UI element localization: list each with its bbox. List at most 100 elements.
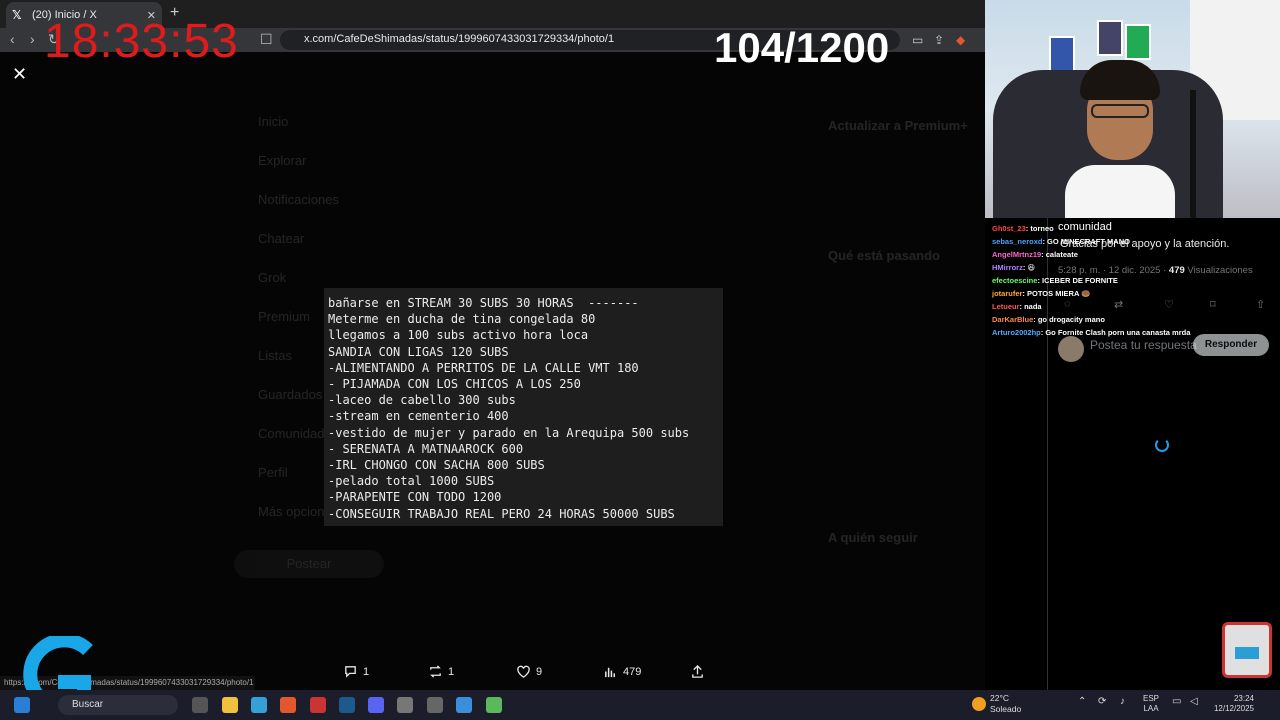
microphone-icon[interactable]: ♪ xyxy=(1120,696,1125,707)
reply-action[interactable]: 1 xyxy=(343,664,369,679)
note-line: -IRL CHONGO CON SACHA 800 SUBS xyxy=(328,458,545,473)
nav-item-premium: Premium xyxy=(258,309,311,324)
repost-action[interactable]: 1 xyxy=(428,664,454,679)
chat-message: Arturo2002hp: Go Fornite Clash porn una … xyxy=(992,326,1190,339)
sun-icon xyxy=(972,697,986,711)
sync-icon[interactable]: ⟳ xyxy=(1098,696,1106,707)
poster xyxy=(1097,20,1123,56)
chat-username: DarKarBlue xyxy=(992,315,1034,324)
forward-icon[interactable]: › xyxy=(30,31,35,47)
windows-start-icon[interactable] xyxy=(14,697,30,713)
nav-item-chat: Chatear xyxy=(258,231,305,246)
cast-icon[interactable]: ▭ xyxy=(912,33,926,47)
note-line: -pelado total 1000 SUBS xyxy=(328,474,495,489)
chat-text: : GO MINECRAFT MANO xyxy=(1042,237,1130,246)
loading-spinner-icon xyxy=(1155,438,1169,452)
minecraft-icon[interactable] xyxy=(486,697,502,713)
steam-icon[interactable] xyxy=(339,697,355,713)
note-line: -CONSEGUIR TRABAJO REAL PERO 24 HORAS 50… xyxy=(328,506,675,521)
chat-message: Gh0st_23: torneo xyxy=(992,222,1190,235)
share-icon xyxy=(692,664,703,678)
like-count: 9 xyxy=(536,665,543,678)
share-action[interactable] xyxy=(690,664,705,679)
note-line: Meterme en ducha de tina congelada 80 xyxy=(328,312,596,327)
chat-username: jotarufer xyxy=(992,289,1023,298)
brave-browser-icon[interactable] xyxy=(280,697,296,713)
avatar xyxy=(1058,336,1084,362)
close-icon[interactable]: ✕ xyxy=(12,64,27,85)
chat-username: Arturo2002hp xyxy=(992,328,1041,337)
chat-text: : nada xyxy=(1019,302,1042,311)
chat-text: : ICEBER DE FORNITE xyxy=(1037,276,1118,285)
note-line: -laceo de cabello 300 subs xyxy=(328,393,516,408)
note-line: bañarse en STREAM 30 SUBS 30 HORAS -----… xyxy=(328,296,639,310)
pixel-avatar-icon xyxy=(1222,622,1272,678)
chat-message: jotarufer: POTOS MIERA 🍩 xyxy=(992,287,1190,300)
chat-text: : go drogacity mano xyxy=(1033,315,1105,324)
brave-shield-icon[interactable]: ◆ xyxy=(956,33,970,47)
app-icon[interactable] xyxy=(310,697,326,713)
network-icon[interactable]: ▭ xyxy=(1172,696,1181,707)
note-image: bañarse en STREAM 30 SUBS 30 HORAS -----… xyxy=(324,288,723,526)
chat-username: efectoescine xyxy=(992,276,1038,285)
share-icon[interactable]: ⇧ xyxy=(1256,298,1265,311)
nav-item-profile: Perfil xyxy=(258,465,288,480)
chat-text: : 😆 xyxy=(1022,263,1036,272)
weather-widget[interactable]: 22°C Soleado xyxy=(990,693,1021,715)
volume-icon[interactable]: ◁ xyxy=(1190,696,1198,707)
note-line: -ALIMENTANDO A PERRITOS DE LA CALLE VMT … xyxy=(328,360,639,375)
chat-lines: Gh0st_23: torneo sebas_neroxd: GO MINECRA… xyxy=(992,222,1190,339)
chat-message: AngelMrtnz19: calateate xyxy=(992,248,1190,261)
reply-button[interactable]: Responder xyxy=(1193,334,1269,356)
file-explorer-icon[interactable] xyxy=(222,697,238,713)
system-clock[interactable]: 23:24 12/12/2025 xyxy=(1206,694,1254,714)
streamer xyxy=(1065,60,1175,218)
note-line: llegamos a 100 subs activo hora loca xyxy=(328,328,589,343)
chat-message: HMirrorz: 😆 xyxy=(992,261,1190,274)
mic-arm xyxy=(1190,90,1196,218)
nav-item-grok: Grok xyxy=(258,270,287,285)
chat-username: sebas_neroxd xyxy=(992,237,1043,246)
tray-chevron-icon[interactable]: ⌃ xyxy=(1078,696,1086,707)
chat-message: efectoescine: ICEBER DE FORNITE xyxy=(992,274,1190,287)
note-line: -stream en cementerio 400 xyxy=(328,409,509,424)
chat-username: Letueur xyxy=(992,302,1020,311)
nav-item-notifications: Notificaciones xyxy=(258,192,339,207)
nav-item-explore: Explorar xyxy=(258,153,307,168)
app-icon[interactable] xyxy=(397,697,413,713)
repost-count: 1 xyxy=(448,665,455,678)
taskbar-search[interactable]: Buscar xyxy=(58,695,178,715)
sub-counter: 104/1200 xyxy=(714,24,890,71)
bookmark-icon[interactable]: ⌑ xyxy=(1210,298,1216,311)
chat-message: sebas_neroxd: GO MINECRAFT MANO xyxy=(992,235,1190,248)
nav-item-saved: Guardados xyxy=(258,387,323,402)
windows-taskbar: Buscar 22°C Soleado ⌃ ⟳ ♪ ESP LAA ▭ ◁ 23… xyxy=(0,690,1280,720)
views-count: 479 xyxy=(623,665,642,678)
views-icon xyxy=(605,667,615,678)
like-action[interactable]: 9 xyxy=(516,664,542,679)
task-view-icon[interactable] xyxy=(192,697,208,713)
language-indicator[interactable]: ESP LAA xyxy=(1143,694,1159,714)
x-logo-icon: 𝕏 xyxy=(12,8,22,22)
glasses xyxy=(1091,104,1149,118)
chat-username: AngelMrtnz19 xyxy=(992,250,1042,259)
chat-message: Letueur: nada xyxy=(992,300,1190,313)
poster xyxy=(1125,24,1151,60)
views-action[interactable]: 479 xyxy=(603,664,641,679)
logitech-icon[interactable] xyxy=(427,697,443,713)
reply-count: 1 xyxy=(363,665,370,678)
bookmark-icon[interactable]: ☐ xyxy=(260,31,273,48)
nav-item-home: Inicio xyxy=(258,114,289,129)
chat-message: DarKarBlue: go drogacity mano xyxy=(992,313,1190,326)
chat-text: : POTOS MIERA 🍩 xyxy=(1022,289,1091,298)
discord-icon[interactable] xyxy=(368,697,384,713)
store-icon[interactable] xyxy=(251,697,267,713)
back-icon[interactable]: ‹ xyxy=(10,31,15,47)
share-icon[interactable]: ⇪ xyxy=(934,33,948,47)
note-line: -PARAPENTE CON TODO 1200 xyxy=(328,490,502,505)
reply-input[interactable]: Postea tu respuesta xyxy=(1090,338,1197,352)
heart-icon xyxy=(517,665,530,678)
chat-text: : Go Fornite Clash porn una canasta mrda xyxy=(1040,328,1191,337)
notepad-icon[interactable] xyxy=(456,697,472,713)
note-line: SANDIA CON LIGAS 120 SUBS xyxy=(328,344,509,359)
